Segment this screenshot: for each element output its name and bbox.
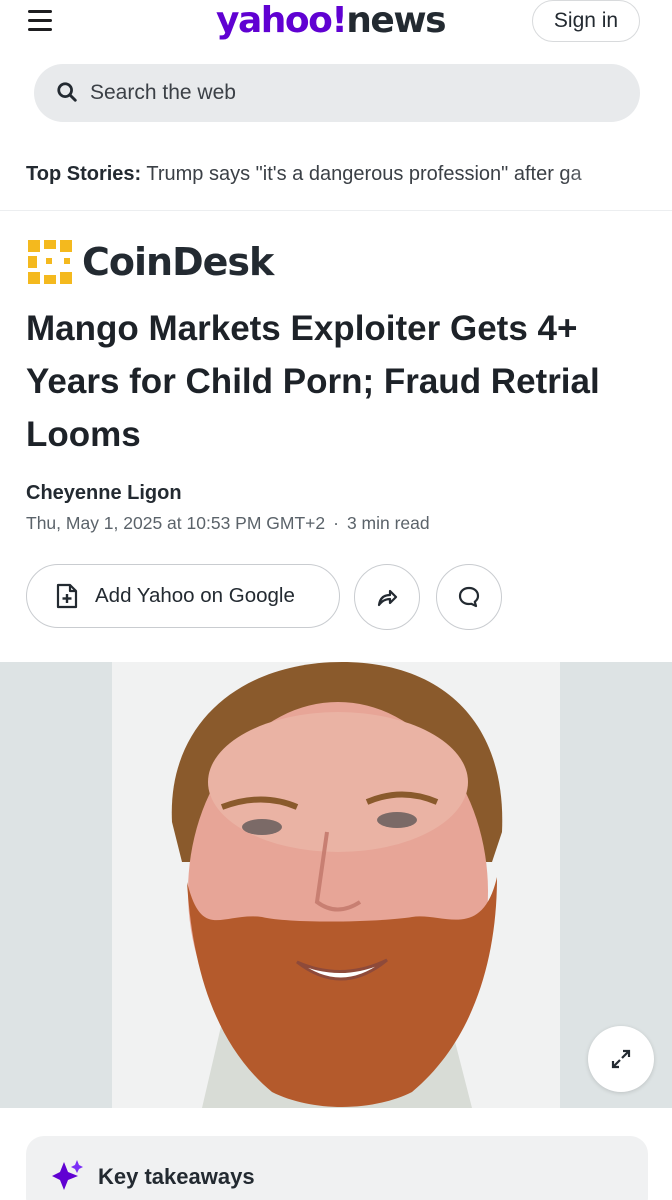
key-takeaways-label: Key takeaways bbox=[98, 1164, 255, 1189]
article-headline: Mango Markets Exploiter Gets 4+ Years fo… bbox=[26, 309, 600, 454]
search-input[interactable] bbox=[90, 64, 610, 122]
key-takeaways-panel[interactable]: Key takeaways bbox=[26, 1136, 648, 1200]
coindesk-logo-icon bbox=[28, 240, 72, 284]
share-icon bbox=[377, 589, 398, 607]
expand-image-button[interactable] bbox=[588, 1026, 654, 1092]
expand-icon bbox=[611, 1049, 631, 1069]
portrait-photo bbox=[112, 662, 560, 1108]
author-name[interactable]: Cheyenne Ligon bbox=[26, 482, 182, 505]
search-icon bbox=[57, 82, 77, 102]
menu-icon[interactable] bbox=[28, 10, 54, 32]
comment-icon bbox=[458, 586, 480, 608]
share-button[interactable] bbox=[354, 564, 420, 630]
top-stories-label: Top Stories: bbox=[26, 163, 142, 185]
add-yahoo-on-google-button[interactable]: Add Yahoo on Google bbox=[26, 564, 340, 628]
comment-button[interactable] bbox=[436, 564, 502, 630]
top-stories-ticker[interactable]: Top Stories: Trump says "it's a dangerou… bbox=[26, 158, 672, 194]
sparkle-icon bbox=[52, 1160, 83, 1190]
divider bbox=[0, 210, 672, 211]
document-plus-icon bbox=[56, 583, 78, 609]
add-yahoo-label: Add Yahoo on Google bbox=[95, 584, 295, 607]
publisher[interactable]: CoinDesk bbox=[26, 236, 274, 288]
publish-date: Thu, May 1, 2025 at 10:53 PM GMT+2 bbox=[26, 513, 326, 533]
publisher-name: CoinDesk bbox=[82, 240, 274, 284]
search-bar[interactable] bbox=[34, 64, 640, 122]
header: yahoo!news Sign in bbox=[0, 0, 672, 50]
yahoo-news-logo[interactable]: yahoo!news bbox=[216, 0, 447, 42]
logo-news-text: news bbox=[346, 0, 446, 41]
article-meta: Thu, May 1, 2025 at 10:53 PM GMT+2 · 3 min… bbox=[26, 513, 430, 533]
logo-yahoo-text: yahoo bbox=[216, 0, 333, 41]
article-image[interactable] bbox=[0, 662, 672, 1108]
read-time: 3 min read bbox=[346, 513, 430, 533]
sign-in-button[interactable]: Sign in bbox=[532, 0, 640, 42]
top-stories-text[interactable]: Trump says "it's a dangerous profession"… bbox=[146, 163, 581, 185]
